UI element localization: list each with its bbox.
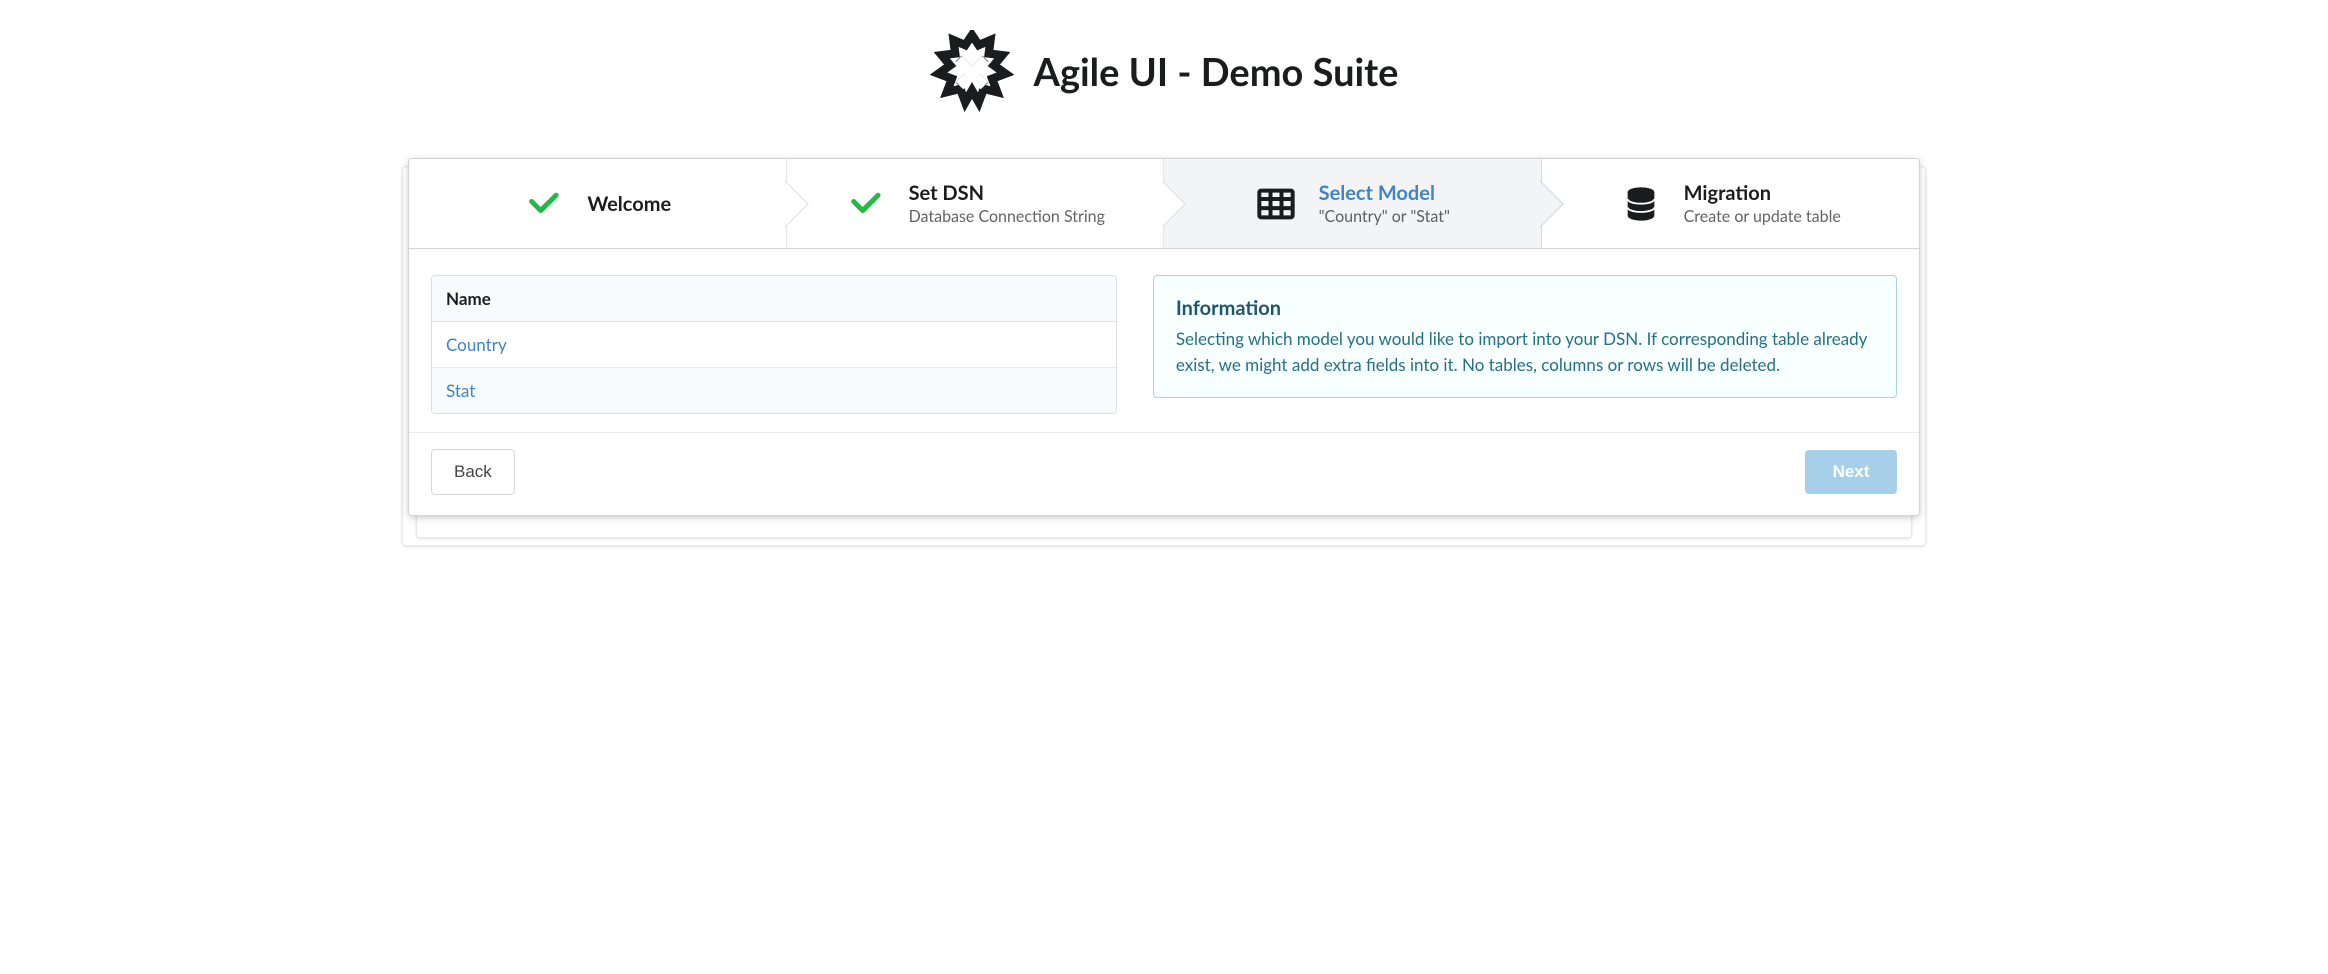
info-body: Selecting which model you would like to … (1176, 326, 1874, 377)
table-row: Stat (432, 368, 1116, 413)
table-row: Country (432, 322, 1116, 368)
step-description: Create or update table (1684, 207, 1841, 226)
step-title: Select Model (1319, 181, 1450, 205)
wizard-body: Name Country Stat Information Selecting … (409, 249, 1919, 432)
step-select-model[interactable]: Select Model "Country" or "Stat" (1164, 159, 1542, 248)
step-description: Database Connection String (909, 207, 1105, 226)
back-button[interactable]: Back (431, 449, 515, 495)
check-icon (523, 183, 565, 225)
next-button[interactable]: Next (1805, 450, 1897, 494)
step-migration[interactable]: Migration Create or update table (1542, 159, 1920, 248)
page-title: Agile UI - Demo Suite (1034, 49, 1399, 95)
wizard-steps: Welcome Set DSN Database Connection Stri… (409, 159, 1919, 249)
check-icon (845, 183, 887, 225)
gear-logo-icon (930, 30, 1014, 114)
step-set-dsn[interactable]: Set DSN Database Connection String (787, 159, 1165, 248)
step-welcome[interactable]: Welcome (409, 159, 787, 248)
page-header: Agile UI - Demo Suite (402, 30, 1926, 114)
wizard-card: Welcome Set DSN Database Connection Stri… (408, 158, 1920, 516)
model-link-country[interactable]: Country (446, 334, 507, 355)
info-title: Information (1176, 296, 1874, 320)
model-link-stat[interactable]: Stat (446, 380, 475, 401)
table-icon (1255, 183, 1297, 225)
model-table: Name Country Stat (431, 275, 1117, 414)
info-message: Information Selecting which model you wo… (1153, 275, 1897, 398)
database-icon (1620, 183, 1662, 225)
step-title: Set DSN (909, 181, 1105, 205)
step-description: "Country" or "Stat" (1319, 207, 1450, 226)
wizard-footer: Back Next (409, 432, 1919, 515)
step-title: Migration (1684, 181, 1841, 205)
table-header-name: Name (432, 276, 1116, 322)
step-title: Welcome (587, 192, 671, 216)
